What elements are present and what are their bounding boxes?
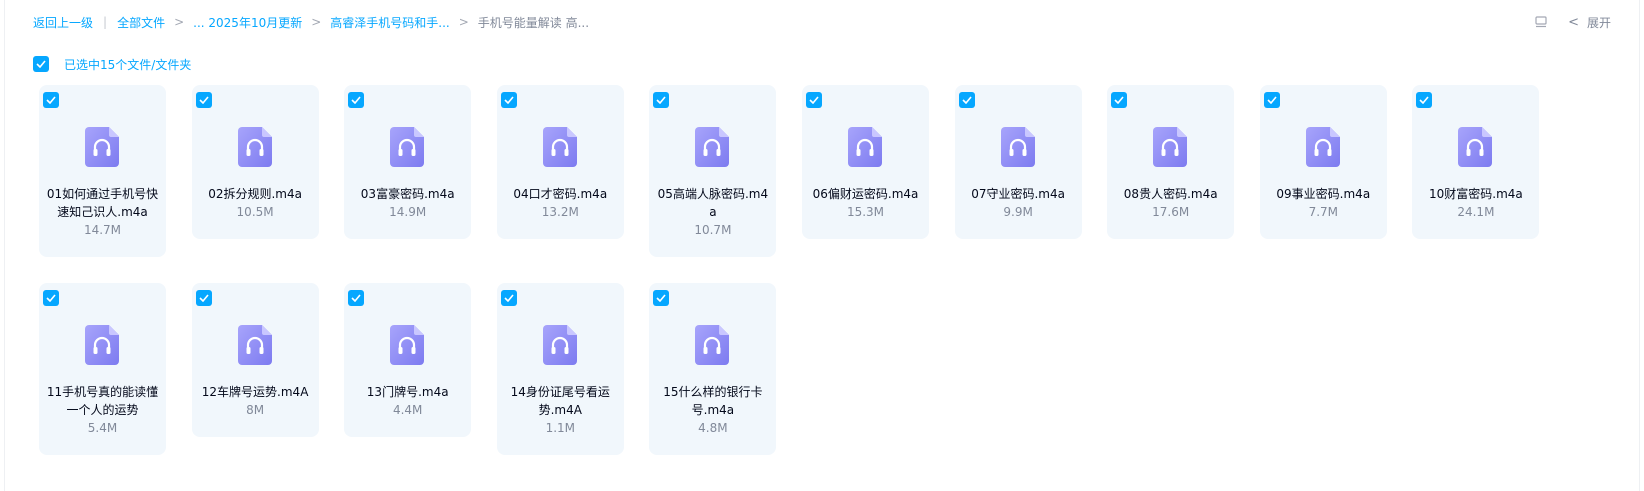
- breadcrumb-current: 手机号能量解读 高...: [477, 15, 590, 30]
- chevron-right-icon: >: [458, 15, 469, 29]
- file-size: 14.9M: [389, 205, 427, 219]
- file-card[interactable]: 15什么样的银行卡号.m4a 4.8M: [649, 283, 777, 455]
- file-checkbox[interactable]: [653, 92, 670, 108]
- file-name: 13门牌号.m4a: [366, 385, 449, 399]
- chevron-right-icon: >: [311, 15, 322, 29]
- audio-file-icon: [85, 127, 119, 167]
- file-card[interactable]: 03富豪密码.m4a 14.9M: [344, 85, 472, 239]
- file-card[interactable]: 05高端人脉密码.m4a 10.7M: [649, 85, 777, 257]
- file-name: 14身份证尾号看运势.m4A: [510, 385, 610, 417]
- audio-file-icon: [390, 325, 425, 365]
- file-name: 08贵人密码.m4a: [1123, 187, 1218, 201]
- file-card[interactable]: 10财富密码.m4a 24.1M: [1412, 85, 1540, 239]
- file-size: 10.7M: [694, 223, 732, 237]
- chevron-right-icon: >: [174, 15, 185, 29]
- audio-file-icon: [237, 325, 272, 365]
- file-card[interactable]: 09事业密码.m4a 7.7M: [1259, 85, 1387, 239]
- file-card[interactable]: 07守业密码.m4a 9.9M: [954, 85, 1082, 239]
- file-card[interactable]: 08贵人密码.m4a 17.6M: [1107, 85, 1235, 239]
- audio-file-icon: [1458, 127, 1493, 167]
- file-name: 10财富密码.m4a: [1429, 187, 1523, 201]
- file-name: 01如何通过手机号快速知己识人.m4a: [46, 187, 159, 219]
- file-checkbox[interactable]: [1111, 92, 1128, 108]
- file-checkbox[interactable]: [195, 290, 212, 306]
- list-view-icon[interactable]: [1534, 15, 1548, 29]
- file-card[interactable]: 12车牌号运势.m4A 8M: [191, 283, 319, 437]
- file-browser: 返回上一级 | 全部文件 > ... 2025年10月更新 > 高睿泽手机号码和…: [4, 0, 1640, 491]
- file-checkbox[interactable]: [43, 92, 59, 108]
- expand-button[interactable]: 展开: [1587, 14, 1611, 31]
- file-size: 4.8M: [698, 421, 728, 435]
- select-all-row: 已选中15个文件/文件夹: [33, 55, 191, 73]
- breadcrumb-divider: |: [103, 15, 108, 29]
- select-all-checkbox[interactable]: [33, 56, 49, 72]
- file-card[interactable]: 04口才密码.m4a 13.2M: [496, 85, 624, 239]
- file-size: 14.7M: [83, 223, 122, 237]
- file-checkbox[interactable]: [1263, 92, 1280, 108]
- breadcrumb-root[interactable]: 全部文件: [117, 14, 165, 31]
- audio-file-icon: [542, 127, 577, 167]
- file-size: 15.3M: [846, 205, 885, 219]
- file-card[interactable]: 06偏财运密码.m4a 15.3M: [802, 85, 929, 239]
- audio-file-icon: [390, 127, 425, 167]
- file-size: 1.1M: [545, 421, 576, 435]
- back-link[interactable]: 返回上一级: [33, 14, 93, 31]
- file-size: 4.4M: [392, 403, 423, 417]
- file-checkbox[interactable]: [958, 92, 975, 108]
- audio-file-icon: [85, 325, 119, 365]
- audio-file-icon: [695, 127, 730, 167]
- file-checkbox[interactable]: [348, 92, 365, 108]
- file-size: 10.5M: [236, 205, 274, 219]
- file-name: 07守业密码.m4a: [971, 187, 1065, 201]
- file-checkbox[interactable]: [1416, 92, 1433, 108]
- audio-file-icon: [1305, 127, 1340, 167]
- audio-file-icon: [695, 325, 730, 365]
- file-checkbox[interactable]: [806, 92, 822, 108]
- file-size: 7.7M: [1308, 205, 1339, 219]
- file-size: 13.2M: [541, 205, 579, 219]
- file-name: 04口才密码.m4a: [513, 187, 608, 201]
- file-size: 17.6M: [1152, 205, 1190, 219]
- file-name: 03富豪密码.m4a: [360, 187, 455, 201]
- file-card[interactable]: 11手机号真的能读懂一个人的运势 5.4M: [39, 283, 166, 455]
- file-checkbox[interactable]: [500, 290, 517, 306]
- audio-file-icon: [1153, 127, 1188, 167]
- file-card[interactable]: 01如何通过手机号快速知己识人.m4a 14.7M: [39, 85, 166, 257]
- audio-file-icon: [542, 325, 577, 365]
- breadcrumb-level1[interactable]: ... 2025年10月更新: [193, 14, 302, 31]
- audio-file-icon: [1000, 127, 1035, 167]
- file-checkbox[interactable]: [653, 290, 670, 306]
- audio-file-icon: [848, 127, 882, 167]
- file-name: 02拆分规则.m4a: [208, 187, 302, 201]
- breadcrumb-level2[interactable]: 高睿泽手机号码和手...: [330, 14, 449, 31]
- breadcrumb: 返回上一级 | 全部文件 > ... 2025年10月更新 > 高睿泽手机号码和…: [33, 12, 1611, 32]
- file-name: 09事业密码.m4a: [1276, 187, 1371, 201]
- file-checkbox[interactable]: [348, 290, 365, 306]
- file-size: 24.1M: [1457, 205, 1495, 219]
- file-size: 5.4M: [87, 421, 118, 435]
- file-card[interactable]: 13门牌号.m4a 4.4M: [344, 283, 472, 437]
- file-name: 15什么样的银行卡号.m4a: [663, 385, 763, 417]
- audio-file-icon: [237, 127, 272, 167]
- view-tools: < 展开: [1534, 12, 1611, 32]
- chevron-left-icon[interactable]: <: [1568, 15, 1579, 30]
- file-name: 12车牌号运势.m4A: [201, 385, 309, 399]
- file-name: 06偏财运密码.m4a: [812, 187, 919, 201]
- file-checkbox[interactable]: [500, 92, 517, 108]
- file-size: 9.9M: [1003, 205, 1033, 219]
- file-name: 05高端人脉密码.m4a: [657, 187, 769, 219]
- file-size: 8M: [246, 403, 265, 417]
- file-checkbox[interactable]: [195, 92, 212, 108]
- file-checkbox[interactable]: [43, 290, 59, 306]
- selection-count: 已选中15个文件/文件夹: [64, 57, 192, 72]
- file-card[interactable]: 14身份证尾号看运势.m4A 1.1M: [496, 283, 624, 455]
- file-name: 11手机号真的能读懂一个人的运势: [46, 385, 159, 417]
- file-card[interactable]: 02拆分规则.m4a 10.5M: [191, 85, 319, 239]
